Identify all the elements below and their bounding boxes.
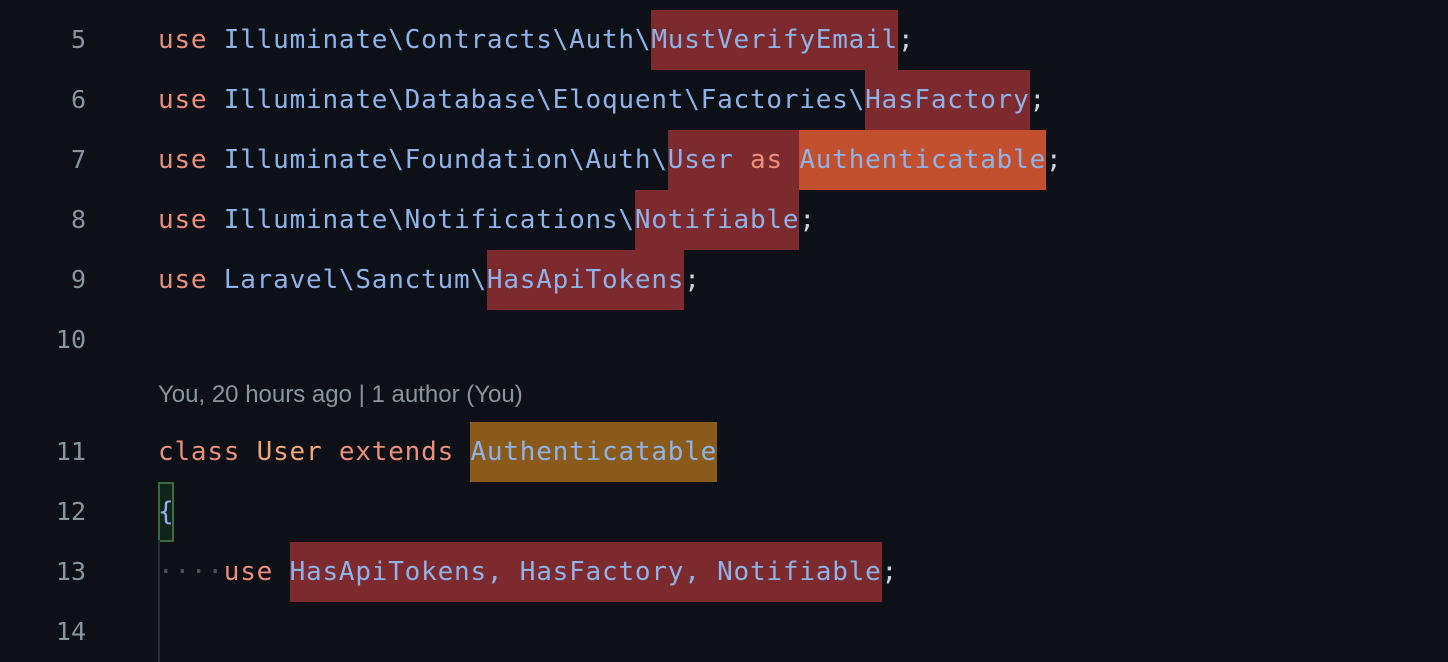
line-number: 11 [55,437,86,466]
line-number: 14 [55,617,86,646]
namespace-path: Illuminate\Contracts\Auth\ [223,25,652,55]
line-number: 6 [70,85,86,114]
code-line-14[interactable]: 14 [0,602,1448,662]
code-text[interactable]: use Laravel\Sanctum\HasApiTokens; [158,250,701,310]
line-number: 13 [55,557,86,586]
code-text[interactable]: ····use HasApiTokens, HasFactory, Notifi… [158,542,898,602]
class-name: User [256,437,323,467]
keyword-use: use [158,205,208,235]
imported-class: Notifiable [634,190,800,250]
line-number: 8 [70,205,86,234]
semicolon: ; [1029,85,1046,115]
code-text[interactable]: class User extends Authenticatable [158,422,718,482]
semicolon: ; [684,265,701,295]
keyword-class: class [158,437,241,467]
semicolon: ; [897,25,915,55]
code-line-11[interactable]: 11 class User extends Authenticatable [0,422,1448,482]
code-line-5[interactable]: 5 use Illuminate\Contracts\Auth\MustVeri… [0,10,1448,70]
line-number: 5 [70,25,86,54]
git-blame-annotation[interactable]: You, 20 hours ago | 1 author (You) [158,372,523,418]
namespace-path: Laravel\Sanctum\ [223,265,487,295]
code-line-9[interactable]: 9 use Laravel\Sanctum\HasApiTokens; [0,250,1448,310]
class-alias: Authenticatable [799,130,1047,190]
code-line-10[interactable]: 10 [0,310,1448,370]
keyword-extends: extends [338,437,455,467]
code-text[interactable]: use Illuminate\Foundation\Auth\User as A… [158,130,1062,190]
code-editor[interactable]: 5 use Illuminate\Contracts\Auth\MustVeri… [0,0,1448,662]
code-text[interactable]: { [158,482,175,542]
keyword-use: use [158,85,208,115]
bracket-match-highlight: { [158,482,175,542]
keyword-use: use [158,265,208,295]
line-number: 10 [55,325,86,354]
indent-guide [158,540,160,662]
whitespace-dots: ···· [158,557,224,587]
semicolon: ; [799,205,816,235]
code-text[interactable]: use Illuminate\Notifications\Notifiable; [158,190,816,250]
code-line-8[interactable]: 8 use Illuminate\Notifications\Notifiabl… [0,190,1448,250]
imported-class: HasFactory [865,70,1030,130]
line-number: 12 [55,497,86,526]
keyword-use: use [223,557,274,587]
semicolon: ; [1046,145,1063,175]
code-line-13[interactable]: 13 ····use HasApiTokens, HasFactory, Not… [0,542,1448,602]
line-number: 7 [70,145,86,174]
imported-class: HasApiTokens [486,250,685,310]
code-line-7[interactable]: 7 use Illuminate\Foundation\Auth\User as… [0,130,1448,190]
namespace-path: Illuminate\Foundation\Auth\ [223,145,668,175]
keyword-use: use [158,145,208,175]
namespace-path: Illuminate\Notifications\ [223,205,635,235]
namespace-path: Illuminate\Database\Eloquent\Factories\ [223,85,866,115]
trait-list: HasApiTokens, HasFactory, Notifiable [289,542,882,602]
parent-class: Authenticatable [470,422,718,482]
keyword-use: use [158,25,208,55]
code-line-12[interactable]: 12 { [0,482,1448,542]
code-text[interactable]: use Illuminate\Database\Eloquent\Factori… [158,70,1046,130]
keyword-as: as [750,130,783,190]
code-text[interactable]: use Illuminate\Contracts\Auth\MustVerify… [158,10,914,70]
line-number: 9 [70,265,86,294]
imported-class: MustVerifyEmail [651,10,898,70]
semicolon: ; [881,557,898,587]
imported-class: User [667,130,734,190]
code-line-6[interactable]: 6 use Illuminate\Database\Eloquent\Facto… [0,70,1448,130]
